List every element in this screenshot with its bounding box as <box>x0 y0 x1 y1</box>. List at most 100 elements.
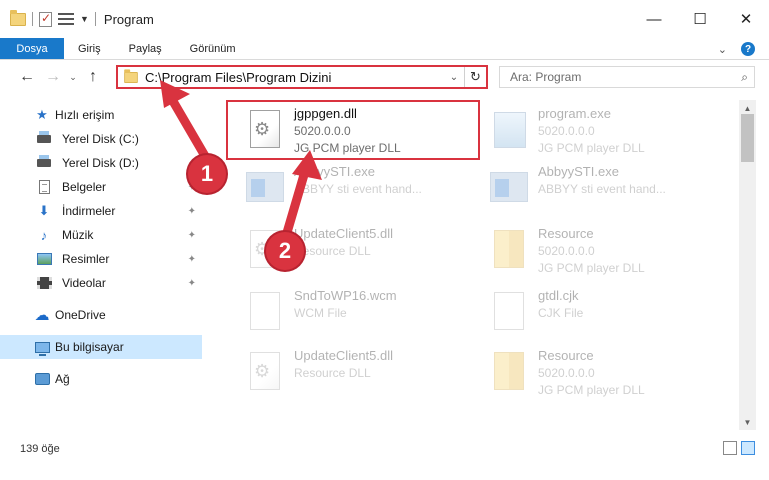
maximize-button[interactable]: ☐ <box>677 0 723 38</box>
properties-icon[interactable] <box>39 11 52 27</box>
sidebar-item-pictures[interactable]: Resimler ✦ <box>0 247 202 271</box>
star-icon: ★ <box>36 107 48 122</box>
sidebar-item-videos[interactable]: Videolar ✦ <box>0 271 202 295</box>
file-name: UpdateClient5.dll <box>294 348 394 363</box>
file-name: program.exe <box>538 106 611 121</box>
folder-icon <box>10 9 26 26</box>
vertical-scrollbar[interactable]: ▲ ▼ <box>739 100 756 430</box>
forward-arrow-icon[interactable]: → <box>40 68 66 86</box>
search-input[interactable]: Ara: Program ⌕ <box>499 66 755 88</box>
toolbar-separator <box>94 12 96 26</box>
annotation-badge-1: 1 <box>188 155 226 193</box>
address-dropdown-chevron-icon[interactable]: ⌄ <box>444 72 464 83</box>
file-description: JG PCM player DLL <box>538 261 645 275</box>
view-icon[interactable] <box>58 13 74 25</box>
pin-icon[interactable]: ✦ <box>188 230 196 241</box>
tab-home[interactable]: Giriş <box>64 38 115 59</box>
network-icon <box>34 371 50 387</box>
dll-file-icon <box>246 110 286 150</box>
file-item[interactable]: program.exe 5020.0.0.0 JG PCM player DLL <box>472 102 722 158</box>
up-arrow-icon[interactable]: ↑ <box>80 68 106 86</box>
sidebar-item-label: Videolar <box>62 276 106 290</box>
toolbar-separator <box>32 12 33 26</box>
search-placeholder: Ara: Program <box>510 70 582 84</box>
sidebar-item-label: Yerel Disk (D:) <box>62 156 139 170</box>
sidebar-item-label: Müzik <box>62 228 94 242</box>
file-description: JG PCM player DLL <box>538 141 645 155</box>
sidebar-item-onedrive[interactable]: ☁ OneDrive <box>0 303 202 327</box>
help-icon[interactable]: ? <box>741 42 755 56</box>
scrollbar-thumb[interactable] <box>741 114 754 162</box>
pin-icon[interactable]: ✦ <box>188 278 196 289</box>
sidebar-item-label: Ağ <box>55 372 70 386</box>
file-item-jgppgen-dll[interactable]: jgppgen.dll 5020.0.0.0 JG PCM player DLL <box>226 100 480 160</box>
folder-icon <box>124 68 138 83</box>
dll-file-icon <box>246 352 286 392</box>
sidebar-item-music[interactable]: ♪ Müzik ✦ <box>0 223 202 247</box>
minimize-button[interactable]: — <box>631 0 677 38</box>
refresh-icon[interactable]: ↻ <box>464 67 486 87</box>
status-bar: 139 öğe <box>0 438 769 460</box>
file-name: AbbyySTI.exe <box>538 164 619 179</box>
file-description: WCM File <box>294 306 347 320</box>
search-icon: ⌕ <box>741 70 748 84</box>
music-icon: ♪ <box>40 227 48 243</box>
tab-view[interactable]: Görünüm <box>176 38 250 59</box>
file-item[interactable]: Resource 5020.0.0.0 JG PCM player DLL <box>472 222 722 278</box>
file-item[interactable]: gtdl.cjk CJK File <box>472 284 722 340</box>
file-description: ABBYY sti event hand... <box>538 182 666 196</box>
sidebar-item-label: Belgeler <box>62 180 107 194</box>
window-controls: — ☐ ✕ <box>631 0 769 38</box>
file-item[interactable]: AbbyySTI.exe ABBYY sti event hand... <box>228 160 478 216</box>
cloud-icon: ☁ <box>34 307 50 324</box>
computer-icon <box>34 339 50 356</box>
pin-icon[interactable]: ✦ <box>188 206 196 217</box>
sidebar-item-label: OneDrive <box>55 308 106 322</box>
view-switcher <box>723 441 755 455</box>
videos-icon <box>36 275 52 291</box>
navigation-buttons: ← → ⌄ ↑ <box>14 68 106 86</box>
window-title: Program <box>103 11 154 27</box>
sidebar-item-label: Yerel Disk (C:) <box>62 132 139 146</box>
file-item[interactable]: AbbyySTI.exe ABBYY sti event hand... <box>472 160 722 216</box>
customize-toolbar-chevron-icon[interactable]: ▼ <box>80 14 89 24</box>
sidebar-item-downloads[interactable]: ⬇ İndirmeler ✦ <box>0 199 202 223</box>
ribbon-tabs: Dosya Giriş Paylaş Görünüm ⌄ ? <box>0 38 769 60</box>
drive-icon <box>36 131 52 147</box>
file-description: Resource DLL <box>294 366 371 380</box>
item-count: 139 öğe <box>20 443 60 455</box>
documents-icon <box>36 179 52 195</box>
address-row: ← → ⌄ ↑ C:\Program Files\Program Dizini … <box>0 60 769 94</box>
scroll-down-arrow-icon[interactable]: ▼ <box>739 414 756 430</box>
back-arrow-icon[interactable]: ← <box>14 68 40 86</box>
recent-locations-chevron-icon[interactable]: ⌄ <box>66 72 80 83</box>
file-item[interactable]: Resource 5020.0.0.0 JG PCM player DLL <box>472 344 722 400</box>
tab-file[interactable]: Dosya <box>0 38 64 59</box>
file-name: SndToWP16.wcm <box>294 288 397 303</box>
sidebar-item-label: İndirmeler <box>62 204 116 218</box>
file-name: gtdl.cjk <box>538 288 579 303</box>
expand-ribbon-chevron-icon[interactable]: ⌄ <box>718 43 727 56</box>
file-item[interactable]: SndToWP16.wcm WCM File <box>228 284 478 340</box>
sidebar-item-label: Bu bilgisayar <box>55 340 124 354</box>
downloads-icon: ⬇ <box>38 203 50 218</box>
sidebar-item-network[interactable]: Ağ <box>0 367 202 391</box>
close-button[interactable]: ✕ <box>723 0 769 38</box>
file-description: JG PCM player DLL <box>538 383 645 397</box>
file-item[interactable]: UpdateClient5.dll Resource DLL <box>228 344 478 400</box>
resource-file-icon <box>490 230 530 270</box>
annotation-badge-2: 2 <box>266 232 304 270</box>
file-name: Resource <box>538 226 594 241</box>
sidebar-item-this-pc[interactable]: Bu bilgisayar <box>0 335 202 359</box>
file-name: jgppgen.dll <box>294 106 357 121</box>
file-name: Resource <box>538 348 594 363</box>
pin-icon[interactable]: ✦ <box>188 254 196 265</box>
exe-file-icon <box>490 168 530 208</box>
generic-file-icon <box>490 292 530 332</box>
large-icons-view-icon[interactable] <box>741 441 755 455</box>
quick-access-toolbar: ▼ <box>0 0 96 38</box>
resource-file-icon <box>490 352 530 392</box>
file-version: 5020.0.0.0 <box>294 124 351 138</box>
details-view-icon[interactable] <box>723 441 737 455</box>
tab-share[interactable]: Paylaş <box>115 38 176 59</box>
